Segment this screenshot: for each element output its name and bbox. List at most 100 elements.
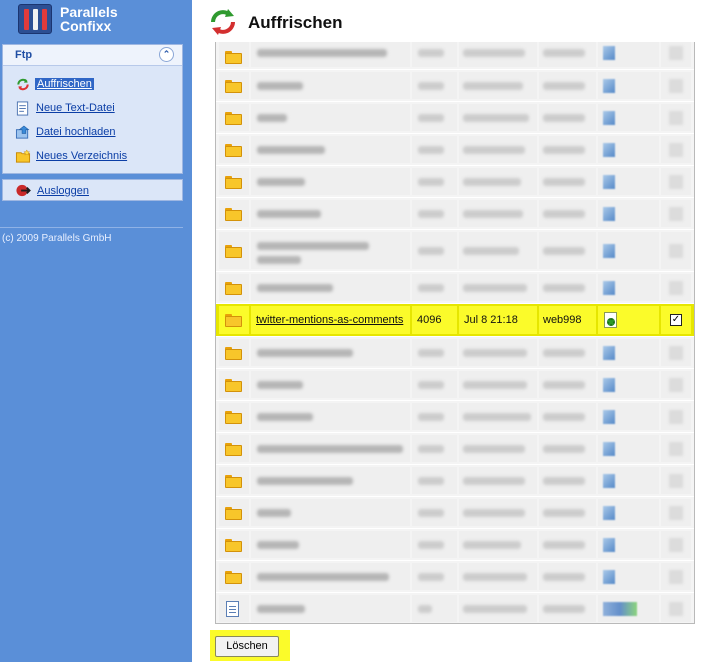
file-select-cell[interactable] — [661, 200, 691, 227]
file-select-cell[interactable] — [661, 531, 691, 558]
file-select-cell[interactable] — [661, 339, 691, 366]
file-select-cell[interactable] — [661, 42, 691, 67]
logout-link[interactable]: Ausloggen — [37, 185, 89, 197]
file-row[interactable] — [216, 134, 694, 166]
file-row[interactable] — [216, 230, 694, 272]
sidebar-item-neues-verzeichnis[interactable]: Neues Verzeichnis — [15, 148, 175, 166]
file-name-cell[interactable] — [251, 499, 410, 526]
sidebar-item-label[interactable]: Auffrischen — [35, 78, 94, 90]
file-name-cell[interactable] — [251, 435, 410, 462]
select-checkbox[interactable] — [669, 110, 683, 125]
file-row[interactable] — [216, 369, 694, 401]
file-select-cell[interactable] — [661, 467, 691, 494]
file-select-cell[interactable] — [661, 72, 691, 99]
file-row[interactable] — [216, 593, 694, 623]
file-row[interactable] — [216, 102, 694, 134]
sidebar-item-neue-text-datei[interactable]: Neue Text-Datei — [15, 100, 175, 118]
file-row[interactable] — [216, 70, 694, 102]
select-checkbox[interactable] — [669, 243, 683, 258]
file-select-cell[interactable] — [661, 403, 691, 430]
file-row[interactable] — [216, 42, 694, 70]
file-permissions-cell[interactable] — [598, 371, 659, 398]
file-name-cell[interactable] — [251, 168, 410, 195]
file-name-link[interactable]: twitter-mentions-as-comments — [256, 314, 403, 326]
file-permissions-cell[interactable] — [598, 72, 659, 99]
file-settings-icon[interactable] — [603, 569, 615, 584]
select-checkbox[interactable] — [669, 345, 683, 360]
file-row[interactable] — [216, 337, 694, 369]
file-select-cell[interactable]: ✓ — [661, 306, 691, 334]
select-checkbox[interactable] — [669, 505, 683, 520]
sidebar-item-datei-hochladen[interactable]: Datei hochladen — [15, 124, 175, 142]
file-settings-icon[interactable] — [603, 409, 615, 424]
file-select-cell[interactable] — [661, 104, 691, 131]
file-row[interactable] — [216, 433, 694, 465]
select-checkbox[interactable] — [669, 280, 683, 295]
file-name-cell[interactable] — [251, 595, 410, 622]
file-row[interactable] — [216, 497, 694, 529]
file-row[interactable] — [216, 166, 694, 198]
file-row[interactable] — [216, 401, 694, 433]
sidebar-item-auffrischen[interactable]: Auffrischen — [15, 76, 175, 94]
select-checkbox[interactable] — [669, 409, 683, 424]
file-settings-icon[interactable] — [603, 45, 615, 60]
delete-button[interactable]: Löschen — [215, 636, 279, 657]
file-name-cell[interactable] — [251, 467, 410, 494]
chevron-up-icon[interactable]: ⌃ — [159, 47, 174, 62]
file-permissions-cell[interactable] — [598, 274, 659, 301]
file-name-cell[interactable] — [251, 339, 410, 366]
file-permissions-cell[interactable] — [598, 339, 659, 366]
file-settings-icon[interactable] — [603, 537, 615, 552]
file-name-cell[interactable] — [251, 232, 410, 269]
logout-panel[interactable]: Ausloggen — [2, 179, 183, 201]
select-checkbox[interactable] — [669, 377, 683, 392]
ftp-panel-header[interactable]: Ftp ⌃ — [3, 45, 182, 66]
file-select-cell[interactable] — [661, 232, 691, 269]
file-permissions-cell[interactable] — [598, 595, 659, 622]
file-permissions-cell[interactable] — [598, 168, 659, 195]
file-select-cell[interactable] — [661, 371, 691, 398]
file-row[interactable] — [216, 465, 694, 497]
select-checkbox[interactable] — [669, 601, 683, 616]
file-select-cell[interactable] — [661, 168, 691, 195]
file-settings-icon[interactable] — [603, 206, 615, 221]
file-row[interactable] — [216, 529, 694, 561]
file-permissions-cell[interactable] — [598, 563, 659, 590]
file-permissions-cell[interactable] — [598, 104, 659, 131]
file-select-cell[interactable] — [661, 274, 691, 301]
file-name-cell[interactable]: twitter-mentions-as-comments — [251, 306, 410, 334]
file-settings-icon[interactable] — [603, 377, 615, 392]
file-settings-icon[interactable] — [603, 243, 615, 258]
file-settings-icon[interactable] — [603, 280, 615, 295]
file-name-cell[interactable] — [251, 563, 410, 590]
file-name-cell[interactable] — [251, 72, 410, 99]
select-checkbox[interactable]: ✓ — [670, 314, 682, 326]
file-name-cell[interactable] — [251, 42, 410, 67]
file-name-cell[interactable] — [251, 200, 410, 227]
file-settings-icon[interactable] — [604, 312, 617, 328]
file-row[interactable] — [216, 561, 694, 593]
file-name-cell[interactable] — [251, 104, 410, 131]
file-settings-icon[interactable] — [603, 345, 615, 360]
file-permissions-cell[interactable] — [598, 531, 659, 558]
file-settings-icon[interactable] — [603, 441, 615, 456]
file-settings-icon[interactable] — [603, 473, 615, 488]
file-settings-icon[interactable] — [603, 174, 615, 189]
file-select-cell[interactable] — [661, 563, 691, 590]
select-checkbox[interactable] — [669, 473, 683, 488]
select-checkbox[interactable] — [669, 78, 683, 93]
file-permissions-cell[interactable] — [598, 435, 659, 462]
file-settings-icon[interactable] — [603, 142, 615, 157]
select-checkbox[interactable] — [669, 537, 683, 552]
file-select-cell[interactable] — [661, 435, 691, 462]
file-name-cell[interactable] — [251, 371, 410, 398]
file-permissions-cell[interactable] — [598, 306, 659, 334]
file-settings-icon[interactable] — [603, 505, 615, 520]
file-row-highlighted[interactable]: twitter-mentions-as-comments 4096 Jul 8 … — [216, 304, 694, 337]
select-checkbox[interactable] — [669, 142, 683, 157]
file-permissions-cell[interactable] — [598, 42, 659, 67]
file-permissions-cell[interactable] — [598, 136, 659, 163]
file-settings-icon[interactable] — [603, 78, 615, 93]
file-settings-icon[interactable] — [603, 110, 615, 125]
file-permissions-cell[interactable] — [598, 403, 659, 430]
